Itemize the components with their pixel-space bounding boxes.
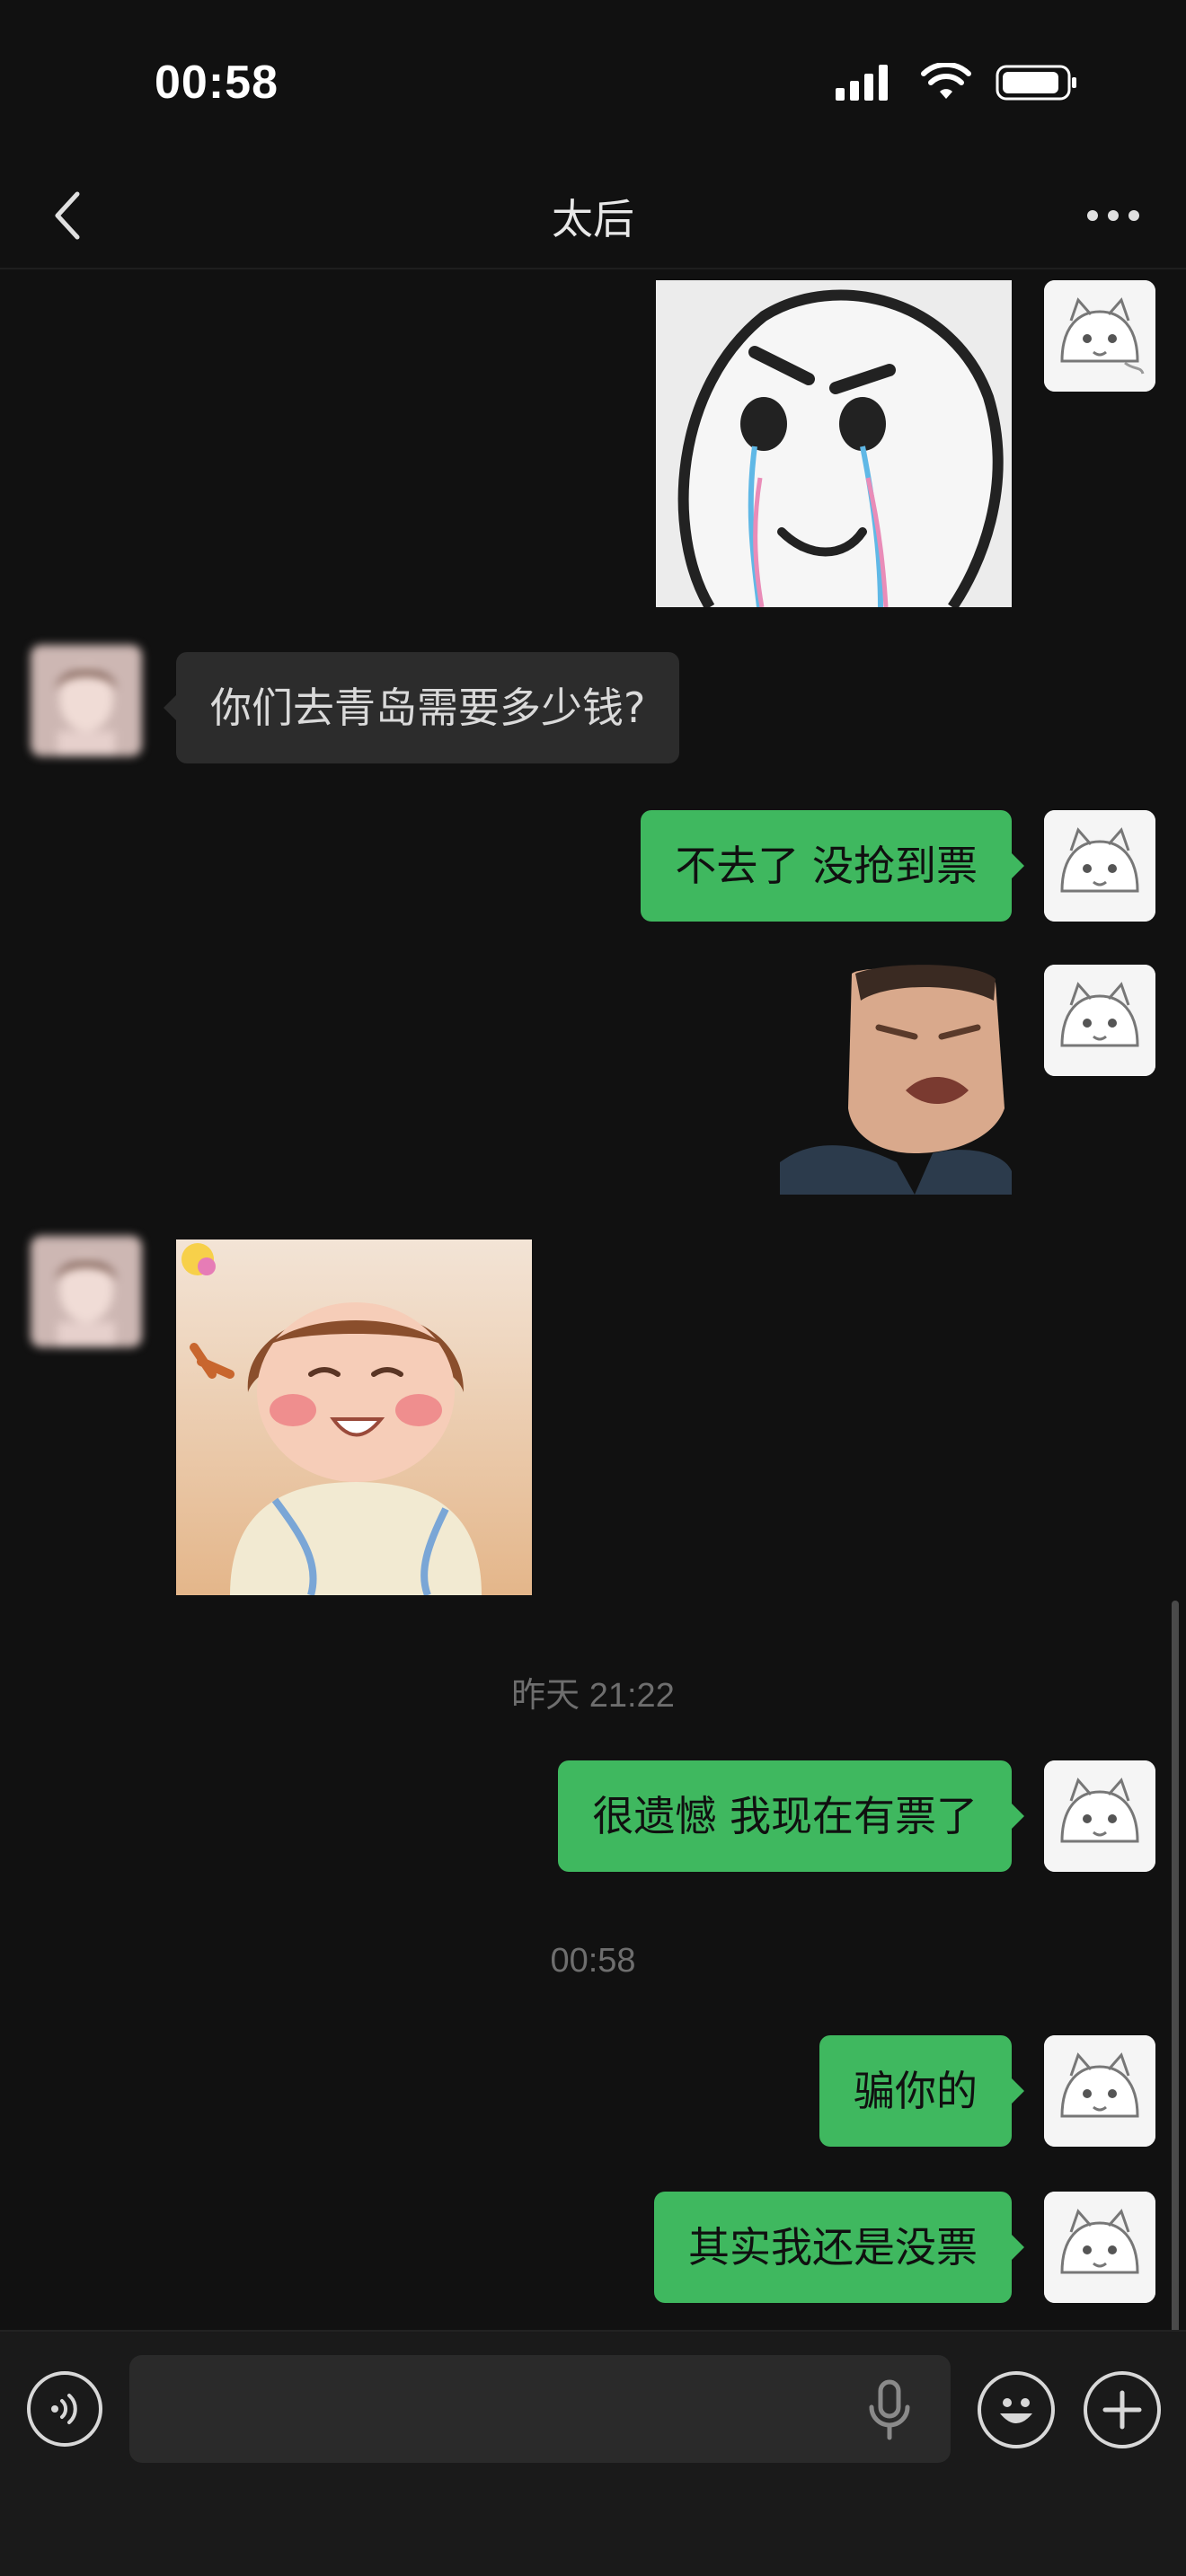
self-avatar[interactable] bbox=[1044, 1760, 1155, 1872]
voice-icon bbox=[51, 2394, 77, 2424]
chat-title: 太后 bbox=[552, 195, 634, 243]
self-avatar[interactable] bbox=[1044, 2192, 1155, 2303]
message-input[interactable] bbox=[129, 2355, 951, 2463]
signal-icon bbox=[836, 65, 888, 101]
laughing-girl-sticker[interactable] bbox=[176, 1239, 532, 1595]
message-timestamp: 昨天 21:22 bbox=[511, 1677, 675, 1715]
emoji-button[interactable] bbox=[978, 2371, 1055, 2448]
message-bubble-outgoing[interactable]: 很遗憾 我现在有票了 bbox=[558, 1760, 1024, 1872]
status-time: 00:58 bbox=[155, 57, 279, 109]
message-bubble-outgoing[interactable]: 不去了 没抢到票 bbox=[641, 810, 1024, 922]
contact-avatar[interactable] bbox=[31, 1236, 142, 1347]
plus-button[interactable] bbox=[1084, 2371, 1161, 2448]
more-dots-icon bbox=[1087, 210, 1139, 221]
battery-icon bbox=[996, 65, 1076, 101]
message-bubble-outgoing[interactable]: 其实我还是没票 bbox=[654, 2192, 1024, 2303]
more-button[interactable] bbox=[1073, 187, 1154, 244]
voice-button[interactable] bbox=[27, 2371, 102, 2447]
self-avatar[interactable] bbox=[1044, 965, 1155, 1076]
message-timestamp: 00:58 bbox=[550, 1942, 636, 1980]
status-icons bbox=[834, 63, 1078, 102]
wifi-icon bbox=[921, 63, 971, 99]
message-bubble-incoming[interactable]: 你们去青岛需要多少钱? bbox=[163, 652, 680, 763]
self-avatar[interactable] bbox=[1044, 2035, 1155, 2147]
status-bar: 00:58 bbox=[0, 0, 1186, 162]
chat-header: 太后 bbox=[0, 162, 1186, 269]
microphone-icon[interactable] bbox=[863, 2378, 916, 2441]
scrollbar[interactable] bbox=[1172, 1601, 1179, 2330]
crying-man-sticker[interactable] bbox=[780, 965, 1012, 1195]
message-list[interactable]: 你们去青岛需要多少钱? 不去了 没抢到票 昨天 21:22 很遗憾 我现在有票了… bbox=[0, 271, 1186, 2330]
input-bar bbox=[0, 2330, 1186, 2576]
self-avatar[interactable] bbox=[1044, 280, 1155, 392]
message-bubble-outgoing[interactable]: 骗你的 bbox=[819, 2035, 1024, 2147]
plus-icon bbox=[1102, 2390, 1142, 2430]
contact-avatar[interactable] bbox=[31, 645, 142, 756]
self-avatar[interactable] bbox=[1044, 810, 1155, 922]
emoji-icon bbox=[1000, 2398, 1032, 2423]
crying-round-face-sticker[interactable] bbox=[656, 280, 1012, 607]
